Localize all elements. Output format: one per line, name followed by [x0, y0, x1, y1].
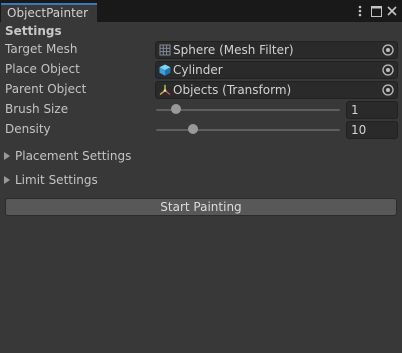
cube-icon — [159, 64, 171, 76]
density-slider-thumb[interactable] — [187, 124, 198, 134]
placement-settings-foldout[interactable]: Placement Settings — [0, 147, 402, 167]
window-controls — [354, 3, 398, 19]
target-mesh-value: Sphere (Mesh Filter) — [173, 43, 294, 57]
density-row: Density 10 — [0, 120, 402, 140]
more-options-icon[interactable] — [354, 4, 366, 18]
brush-size-row: Brush Size 1 — [0, 100, 402, 120]
target-mesh-field[interactable]: Sphere (Mesh Filter) — [155, 41, 398, 59]
brush-size-slider[interactable] — [156, 109, 340, 111]
target-mesh-row: Target Mesh Sphere (Mesh Filter) — [0, 40, 402, 60]
maximize-icon[interactable] — [370, 4, 382, 18]
object-picker-icon[interactable] — [380, 42, 396, 58]
place-object-value: Cylinder — [173, 63, 223, 77]
limit-settings-foldout[interactable]: Limit Settings — [0, 171, 402, 191]
target-mesh-label: Target Mesh — [5, 42, 78, 56]
transform-icon — [159, 84, 171, 96]
object-picker-icon[interactable] — [380, 82, 396, 98]
tab-bar: ObjectPainter — [0, 0, 402, 22]
foldout-arrow-icon — [4, 152, 10, 160]
parent-object-field[interactable]: Objects (Transform) — [155, 81, 398, 99]
tab-objectpainter[interactable]: ObjectPainter — [1, 3, 97, 22]
object-picker-icon[interactable] — [380, 62, 396, 78]
place-object-row: Place Object Cylinder — [0, 60, 402, 80]
close-icon[interactable] — [386, 4, 398, 18]
placement-settings-label: Placement Settings — [15, 149, 132, 163]
inspector-content: Settings Target Mesh Sphere (Mesh Filter… — [0, 22, 402, 353]
limit-settings-label: Limit Settings — [15, 173, 98, 187]
density-slider[interactable] — [156, 129, 340, 131]
parent-object-row: Parent Object Objects (Transform) — [0, 80, 402, 100]
parent-object-value: Objects (Transform) — [173, 83, 292, 97]
brush-size-input[interactable]: 1 — [346, 101, 398, 119]
foldout-arrow-icon — [4, 176, 10, 184]
parent-object-label: Parent Object — [5, 82, 87, 96]
place-object-label: Place Object — [5, 62, 80, 76]
density-input[interactable]: 10 — [346, 121, 398, 139]
object-painter-window: ObjectPainter Settings Target Mesh Spher… — [0, 0, 402, 353]
place-object-field[interactable]: Cylinder — [155, 61, 398, 79]
settings-header: Settings — [5, 24, 62, 38]
brush-size-slider-thumb[interactable] — [171, 104, 182, 114]
brush-size-label: Brush Size — [5, 102, 69, 116]
density-label: Density — [5, 122, 51, 136]
start-painting-button[interactable]: Start Painting — [5, 198, 397, 216]
mesh-filter-icon — [159, 44, 171, 56]
